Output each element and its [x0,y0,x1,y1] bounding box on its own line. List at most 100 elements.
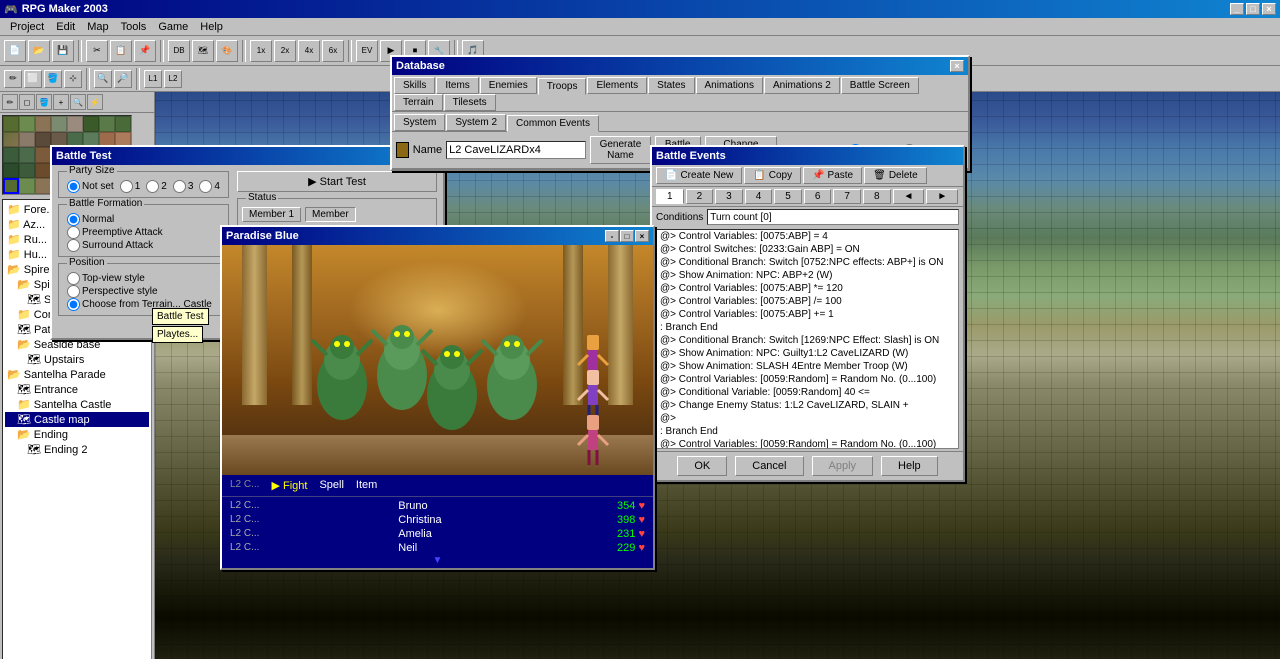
tree-item-castle-map[interactable]: 🗺 Castle map [5,412,149,427]
delete-btn[interactable]: 🗑 Delete [864,167,927,184]
menu-spell[interactable]: Spell [319,479,343,492]
tb2-select[interactable]: ⊹ [64,70,82,88]
page-tab-6[interactable]: 6 [804,189,832,204]
menu-item[interactable]: Item [356,479,377,492]
db-tab-enemies[interactable]: Enemies [480,77,537,94]
create-new-btn[interactable]: 📄 Create New [656,167,742,184]
tree-item-entrance[interactable]: 🗺 Entrance [5,382,149,397]
tb-ev[interactable]: EV [356,40,378,62]
tb2-layer2[interactable]: L2 [164,70,182,88]
paste-btn[interactable]: 📌 Paste [803,167,862,184]
event-1[interactable]: @> Control Switches: [0233:Gain ABP] = O… [657,243,958,256]
member1-tab[interactable]: Member 1 [242,207,301,222]
db-tab-states[interactable]: States [648,77,694,94]
tb2-rect[interactable]: ⬜ [24,70,42,88]
menu-project[interactable]: Project [4,20,50,34]
maximize-btn[interactable]: □ [1246,3,1260,15]
tb2-zoom-in[interactable]: 🔎 [114,70,132,88]
event-11[interactable]: @> Control Variables: [0059:Random] = Ra… [657,373,958,386]
page-tab-7[interactable]: 7 [833,189,861,204]
prev-page-btn[interactable]: ◄ [893,189,925,204]
tb-copy[interactable]: 📋 [110,40,132,62]
tool-zoom[interactable]: 🔍 [70,94,86,110]
pb-max-btn[interactable]: □ [620,230,634,242]
menu-help[interactable]: Help [194,20,229,34]
r2-radio[interactable] [146,180,159,193]
menu-map[interactable]: Map [81,20,114,34]
generate-name-btn[interactable]: Generate Name [590,136,651,164]
start-test-btn[interactable]: ▶ Start Test [237,171,437,192]
tb-db[interactable]: DB [168,40,190,62]
tb-open[interactable]: 📂 [28,40,50,62]
tb-1[interactable]: 1x [250,40,272,62]
menu-fight[interactable]: ▶ Fight [271,479,307,492]
tool-pencil[interactable]: ✏ [2,94,18,110]
tb-new[interactable]: 📄 [4,40,26,62]
event-0[interactable]: @> Control Variables: [0075:ABP] = 4 [657,230,958,243]
db-tab-terrain[interactable]: Terrain [394,94,443,111]
tb-6[interactable]: 6x [322,40,344,62]
tool-select[interactable]: + [53,94,69,110]
surround-radio[interactable] [67,239,80,252]
copy-btn[interactable]: 📋 Copy [744,167,801,184]
event-2[interactable]: @> Conditional Branch: Switch [0752:NPC … [657,256,958,269]
page-tab-8[interactable]: 8 [863,189,891,204]
tb2-pencil[interactable]: ✏ [4,70,22,88]
perspective-radio[interactable] [67,285,80,298]
tb-4[interactable]: 4x [298,40,320,62]
db-tab-tilesets[interactable]: Tilesets [444,94,496,111]
menu-tools[interactable]: Tools [115,20,153,34]
tool-eraser[interactable]: ◻ [19,94,35,110]
not-set-radio[interactable] [67,180,80,193]
db-close-btn[interactable]: × [950,60,964,72]
ok-btn[interactable]: OK [677,456,727,476]
event-6[interactable]: @> Control Variables: [0075:ABP] += 1 [657,308,958,321]
tb2-zoom-out[interactable]: 🔍 [94,70,112,88]
tb-map[interactable]: 🗺 [192,40,214,62]
close-btn[interactable]: × [1262,3,1276,15]
events-list[interactable]: @> Control Variables: [0075:ABP] = 4 @> … [656,229,959,449]
tree-item-ending[interactable]: 📂 Ending [5,427,149,442]
db-tab-common-events[interactable]: Common Events [507,115,599,132]
conditions-input[interactable] [707,209,959,225]
topview-radio[interactable] [67,272,80,285]
tool-bucket[interactable]: 🪣 [36,94,52,110]
db-tab-battle-screen[interactable]: Battle Screen [841,77,919,94]
db-tab-system[interactable]: System [394,114,445,131]
help-btn[interactable]: Help [881,456,938,476]
event-5[interactable]: @> Control Variables: [0075:ABP] /= 100 [657,295,958,308]
tb-save[interactable]: 💾 [52,40,74,62]
minimize-btn[interactable]: _ [1230,3,1244,15]
tool-event[interactable]: ⚡ [87,94,103,110]
normal-radio[interactable] [67,213,80,226]
db-tab-animations[interactable]: Animations [696,77,763,94]
event-7[interactable]: : Branch End [657,321,958,334]
tb-2[interactable]: 2x [274,40,296,62]
tree-item-upstairs[interactable]: 🗺 Upstairs [5,352,149,367]
event-10[interactable]: @> Show Animation: SLASH 4Entre Member T… [657,360,958,373]
db-tab-troops[interactable]: Troops [538,78,587,95]
next-page-btn[interactable]: ► [926,189,958,204]
r1-radio[interactable] [120,180,133,193]
db-tab-skills[interactable]: Skills [394,77,435,94]
db-tab-animations2[interactable]: Animations 2 [764,77,840,94]
r3-radio[interactable] [173,180,186,193]
event-15[interactable]: : Branch End [657,425,958,438]
apply-btn[interactable]: Apply [812,456,874,476]
event-8[interactable]: @> Conditional Branch: Switch [1269:NPC … [657,334,958,347]
event-3[interactable]: @> Show Animation: NPC: ABP+2 (W) [657,269,958,282]
event-12[interactable]: @> Conditional Variable: [0059:Random] 4… [657,386,958,399]
page-tab-4[interactable]: 4 [745,189,773,204]
tree-item-santelha[interactable]: 📂 Santelha Parade [5,367,149,382]
r4-radio[interactable] [199,180,212,193]
page-tab-3[interactable]: 3 [715,189,743,204]
page-tab-2[interactable]: 2 [686,189,714,204]
tb-cut[interactable]: ✂ [86,40,108,62]
event-13[interactable]: @> Change Enemy Status: 1:L2 CaveLIZARD,… [657,399,958,412]
db-name-input[interactable] [446,141,586,159]
tb-paste[interactable]: 📌 [134,40,156,62]
tree-item-castle[interactable]: 📁 Santelha Castle [5,397,149,412]
page-tab-1[interactable]: 1 [656,189,684,204]
page-tab-5[interactable]: 5 [774,189,802,204]
tree-item-ending2[interactable]: 🗺 Ending 2 [5,442,149,457]
